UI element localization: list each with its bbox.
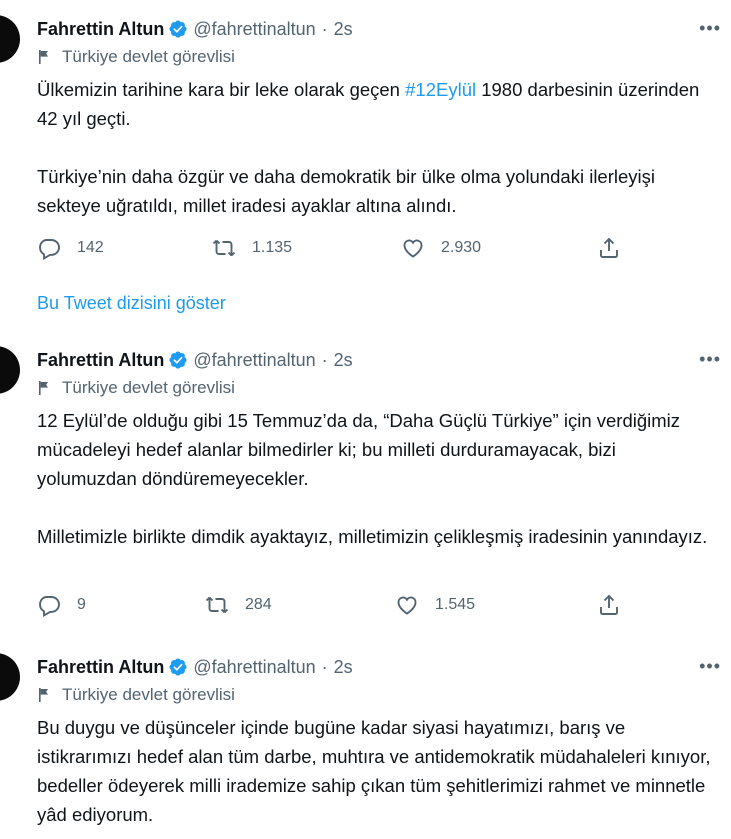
tweet-header: Fahrettin Altun @fahrettinaltun · 2s [37, 655, 353, 679]
tweet-header: Fahrettin Altun @fahrettinaltun · 2s [37, 348, 353, 372]
author-name[interactable]: Fahrettin Altun [37, 19, 164, 40]
more-icon[interactable]: ••• [699, 19, 721, 37]
tweet-paragraph: Milletimizle birlikte dimdik ayaktayız, … [37, 526, 708, 547]
retweet-count: 284 [245, 596, 272, 613]
account-label-text: Türkiye devlet görevlisi [62, 378, 235, 397]
account-label-text: Türkiye devlet görevlisi [62, 685, 235, 704]
separator: · [321, 656, 328, 677]
flag-icon [37, 49, 53, 65]
like-count: 1.545 [435, 596, 476, 613]
flag-icon [37, 380, 53, 396]
flag-icon [37, 687, 53, 703]
retweet-icon [205, 596, 229, 614]
avatar[interactable] [0, 346, 20, 394]
reply-count: 9 [77, 596, 86, 613]
author-handle[interactable]: @fahrettinaltun [193, 350, 315, 371]
more-icon[interactable]: ••• [699, 350, 721, 368]
share-button[interactable] [597, 236, 621, 260]
tweet-time[interactable]: 2s [334, 350, 353, 371]
like-button[interactable]: 1.545 [395, 593, 475, 617]
tweet-text: Ülkemizin tarihine kara bir leke olarak … [37, 75, 717, 220]
separator: · [321, 349, 328, 370]
like-icon [403, 239, 423, 258]
like-button[interactable]: 2.930 [401, 236, 481, 260]
reply-icon [39, 596, 60, 617]
more-icon[interactable]: ••• [699, 657, 721, 675]
tweet-text: 12 Eylül’de olduğu gibi 15 Temmuz’da da,… [37, 406, 717, 551]
account-label: Türkiye devlet görevlisi [37, 685, 235, 705]
tweet-time[interactable]: 2s [334, 657, 353, 678]
verified-badge-icon [168, 19, 188, 39]
tweet-actions: 142 1.135 2.930 [37, 236, 637, 266]
reply-count: 142 [77, 239, 104, 256]
show-thread-link[interactable]: Bu Tweet dizisini göster [37, 293, 226, 314]
share-button[interactable] [597, 593, 621, 617]
tweet-text-part: Ülkemizin tarihine kara bir leke olarak … [37, 79, 406, 100]
tweet-actions: 9 284 1.545 [37, 593, 637, 623]
account-label: Türkiye devlet görevlisi [37, 378, 235, 398]
avatar[interactable] [0, 653, 20, 701]
share-icon [600, 237, 618, 258]
reply-button[interactable]: 142 [37, 236, 104, 260]
tweet-time[interactable]: 2s [334, 19, 353, 40]
tweet-paragraph: Bu duygu ve düşünceler içinde bugüne kad… [37, 717, 711, 825]
share-icon [600, 594, 618, 615]
like-icon [397, 596, 417, 615]
author-handle[interactable]: @fahrettinaltun [193, 657, 315, 678]
verified-badge-icon [168, 657, 188, 677]
reply-icon [39, 239, 60, 260]
author-name[interactable]: Fahrettin Altun [37, 350, 164, 371]
author-name[interactable]: Fahrettin Altun [37, 657, 164, 678]
reply-button[interactable]: 9 [37, 593, 86, 617]
verified-badge-icon [168, 350, 188, 370]
hashtag-link[interactable]: #12Eylül [405, 79, 476, 100]
tweet-paragraph: 12 Eylül’de olduğu gibi 15 Temmuz’da da,… [37, 410, 681, 489]
avatar[interactable] [0, 15, 20, 63]
author-handle[interactable]: @fahrettinaltun [193, 19, 315, 40]
tweet-paragraph: Türkiye’nin daha özgür ve daha demokrati… [37, 166, 655, 216]
separator: · [321, 18, 328, 39]
retweet-button[interactable]: 284 [205, 593, 272, 617]
like-count: 2.930 [441, 239, 482, 256]
account-label-text: Türkiye devlet görevlisi [62, 47, 235, 66]
tweet-header: Fahrettin Altun @fahrettinaltun · 2s [37, 17, 353, 41]
tweet-text: Bu duygu ve düşünceler içinde bugüne kad… [37, 713, 717, 829]
retweet-count: 1.135 [252, 239, 293, 256]
retweet-button[interactable]: 1.135 [212, 236, 292, 260]
retweet-icon [212, 239, 236, 257]
account-label: Türkiye devlet görevlisi [37, 47, 235, 67]
